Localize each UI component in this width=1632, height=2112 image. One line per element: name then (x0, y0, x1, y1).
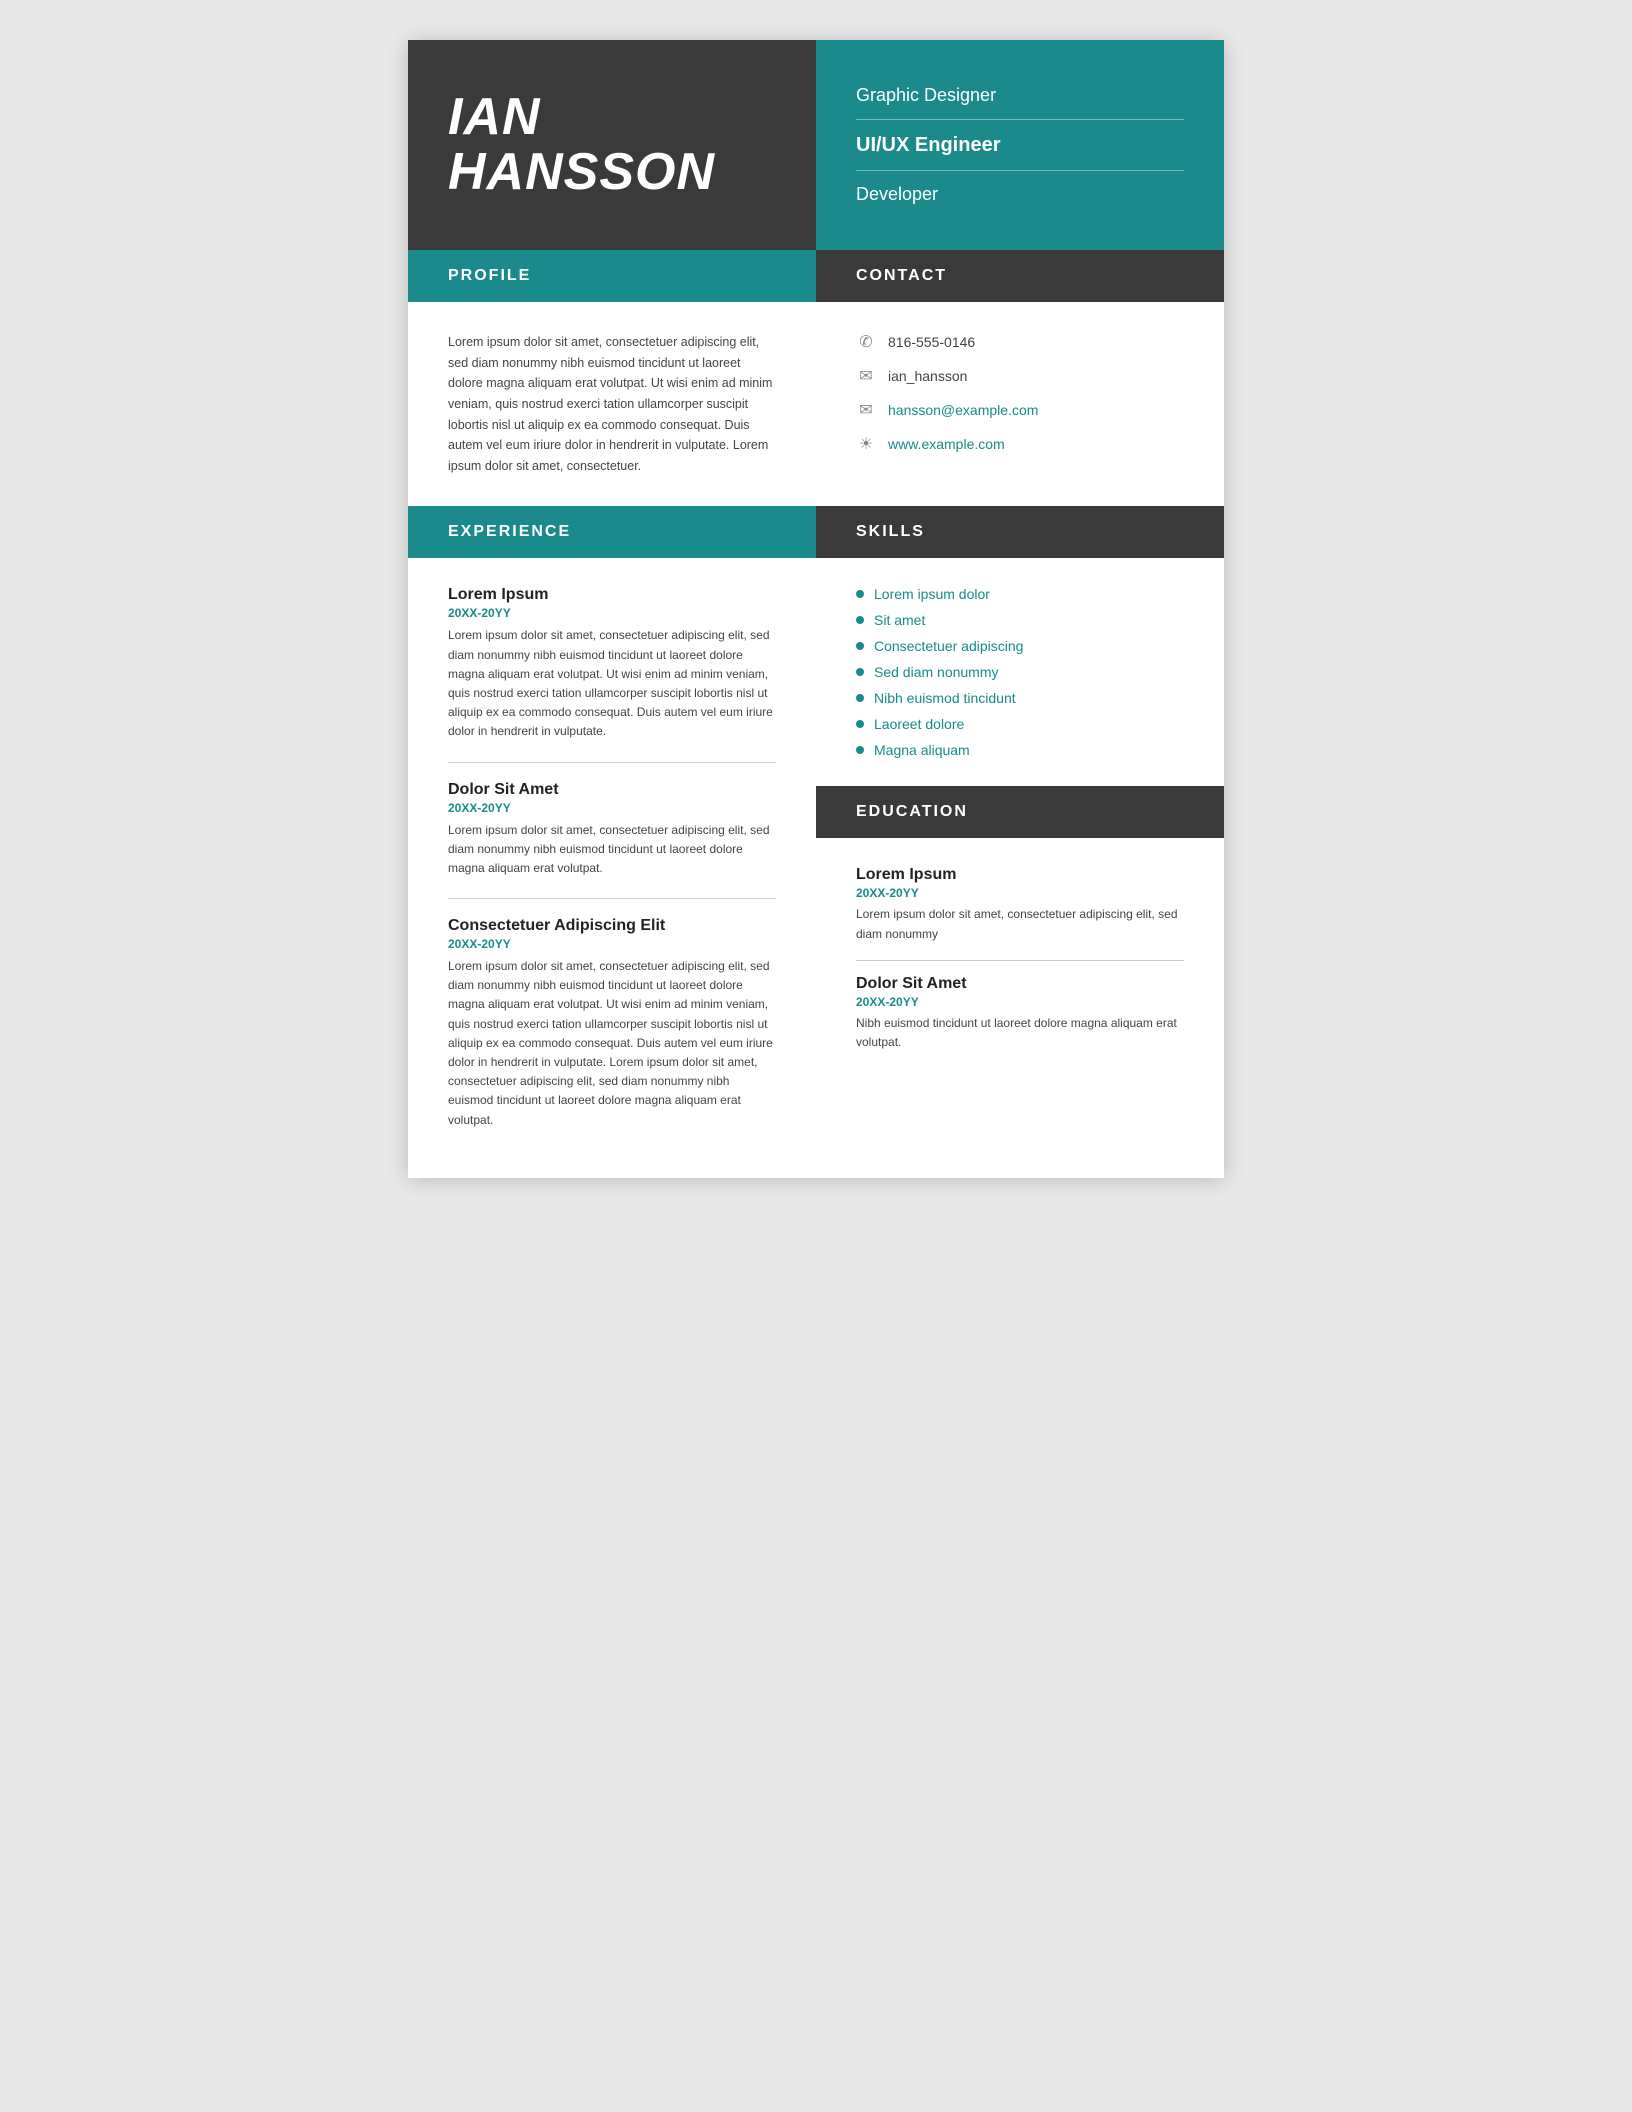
skill-item-6: Laoreet dolore (856, 716, 1184, 732)
role-divider-1 (856, 119, 1184, 120)
resume-document: IAN HANSSON Graphic Designer UI/UX Engin… (408, 40, 1224, 1178)
contact-title: CONTACT (856, 267, 947, 285)
experience-skills-content: Lorem Ipsum 20XX-20YY Lorem ipsum dolor … (408, 558, 1224, 1177)
skill-label-1: Lorem ipsum dolor (874, 586, 990, 602)
education-section: Lorem Ipsum 20XX-20YY Lorem ipsum dolor … (816, 838, 1224, 1096)
skill-bullet-5 (856, 694, 864, 702)
edu-date-1: 20XX-20YY (856, 886, 1184, 900)
exp-text-1: Lorem ipsum dolor sit amet, consectetuer… (448, 626, 776, 741)
skill-bullet-3 (856, 642, 864, 650)
skill-label-7: Magna aliquam (874, 742, 970, 758)
globe-icon: ☀ (856, 434, 876, 454)
section-headers-row-1: PROFILE CONTACT (408, 250, 1224, 302)
skills-header: SKILLS (816, 506, 1224, 558)
skill-item-5: Nibh euismod tincidunt (856, 690, 1184, 706)
header: IAN HANSSON Graphic Designer UI/UX Engin… (408, 40, 1224, 250)
skill-bullet-2 (856, 616, 864, 624)
exp-item-2: Dolor Sit Amet 20XX-20YY Lorem ipsum dol… (448, 781, 776, 879)
skill-bullet-7 (856, 746, 864, 754)
exp-text-2: Lorem ipsum dolor sit amet, consectetuer… (448, 821, 776, 879)
exp-date-2: 20XX-20YY (448, 801, 776, 815)
phone-icon: ✆ (856, 332, 876, 352)
skills-title: SKILLS (856, 523, 925, 541)
phone-number: 816-555-0146 (888, 334, 975, 350)
full-name: IAN HANSSON (448, 90, 715, 199)
education-title: EDUCATION (856, 803, 968, 821)
skill-bullet-1 (856, 590, 864, 598)
edu-text-2: Nibh euismod tincidunt ut laoreet dolore… (856, 1014, 1184, 1052)
exp-item-1: Lorem Ipsum 20XX-20YY Lorem ipsum dolor … (448, 586, 776, 741)
skill-bullet-6 (856, 720, 864, 728)
edu-date-2: 20XX-20YY (856, 995, 1184, 1009)
profile-text: Lorem ipsum dolor sit amet, consectetuer… (448, 332, 776, 476)
edu-text-1: Lorem ipsum dolor sit amet, consectetuer… (856, 905, 1184, 943)
email-icon: ✉ (856, 400, 876, 420)
exp-divider-2 (448, 898, 776, 899)
experience-section: Lorem Ipsum 20XX-20YY Lorem ipsum dolor … (408, 558, 816, 1177)
contact-website: ☀ www.example.com (856, 434, 1184, 454)
exp-title-3: Consectetuer Adipiscing Elit (448, 917, 776, 935)
edu-title-2: Dolor Sit Amet (856, 975, 1184, 993)
section-headers-row-2: EXPERIENCE SKILLS (408, 506, 1224, 558)
skill-label-3: Consectetuer adipiscing (874, 638, 1023, 654)
contact-username: ✉ ian_hansson (856, 366, 1184, 386)
profile-header: PROFILE (408, 250, 816, 302)
experience-list: Lorem Ipsum 20XX-20YY Lorem ipsum dolor … (408, 558, 816, 1177)
edu-item-1: Lorem Ipsum 20XX-20YY Lorem ipsum dolor … (856, 866, 1184, 943)
contact-email: ✉ hansson@example.com (856, 400, 1184, 420)
profile-content: Lorem ipsum dolor sit amet, consectetuer… (408, 302, 816, 506)
exp-item-3: Consectetuer Adipiscing Elit 20XX-20YY L… (448, 917, 776, 1130)
profile-title: PROFILE (448, 267, 531, 285)
skill-item-1: Lorem ipsum dolor (856, 586, 1184, 602)
skill-label-5: Nibh euismod tincidunt (874, 690, 1016, 706)
chat-icon: ✉ (856, 366, 876, 386)
last-name: HANSSON (448, 143, 715, 201)
contact-phone: ✆ 816-555-0146 (856, 332, 1184, 352)
contact-list: ✆ 816-555-0146 ✉ ian_hansson ✉ hansson@e… (856, 332, 1184, 454)
edu-item-2: Dolor Sit Amet 20XX-20YY Nibh euismod ti… (856, 975, 1184, 1052)
role-1: Graphic Designer (856, 84, 1184, 107)
exp-title-2: Dolor Sit Amet (448, 781, 776, 799)
experience-title: EXPERIENCE (448, 523, 571, 541)
header-name-block: IAN HANSSON (408, 40, 816, 250)
edu-title-1: Lorem Ipsum (856, 866, 1184, 884)
role-2: UI/UX Engineer (856, 132, 1184, 158)
skills-education-column: Lorem ipsum dolor Sit amet Consectetuer … (816, 558, 1224, 1177)
exp-title-1: Lorem Ipsum (448, 586, 776, 604)
website-link[interactable]: www.example.com (888, 436, 1005, 452)
role-3: Developer (856, 183, 1184, 206)
skill-label-2: Sit amet (874, 612, 925, 628)
username-text: ian_hansson (888, 368, 967, 384)
exp-divider-1 (448, 762, 776, 763)
first-name: IAN (448, 88, 541, 146)
experience-header: EXPERIENCE (408, 506, 816, 558)
exp-text-3: Lorem ipsum dolor sit amet, consectetuer… (448, 957, 776, 1130)
skills-list: Lorem ipsum dolor Sit amet Consectetuer … (856, 586, 1184, 758)
contact-content: ✆ 816-555-0146 ✉ ian_hansson ✉ hansson@e… (816, 302, 1224, 506)
exp-date-3: 20XX-20YY (448, 937, 776, 951)
skill-item-7: Magna aliquam (856, 742, 1184, 758)
skill-label-6: Laoreet dolore (874, 716, 964, 732)
exp-date-1: 20XX-20YY (448, 606, 776, 620)
skill-item-3: Consectetuer adipiscing (856, 638, 1184, 654)
skill-label-4: Sed diam nonummy (874, 664, 999, 680)
profile-contact-content: Lorem ipsum dolor sit amet, consectetuer… (408, 302, 1224, 506)
skill-item-4: Sed diam nonummy (856, 664, 1184, 680)
education-header: EDUCATION (816, 786, 1224, 838)
edu-divider-1 (856, 960, 1184, 961)
header-roles-block: Graphic Designer UI/UX Engineer Develope… (816, 40, 1224, 250)
skills-section: Lorem ipsum dolor Sit amet Consectetuer … (816, 558, 1224, 786)
email-link[interactable]: hansson@example.com (888, 402, 1038, 418)
role-divider-2 (856, 170, 1184, 171)
skill-bullet-4 (856, 668, 864, 676)
contact-header: CONTACT (816, 250, 1224, 302)
skill-item-2: Sit amet (856, 612, 1184, 628)
